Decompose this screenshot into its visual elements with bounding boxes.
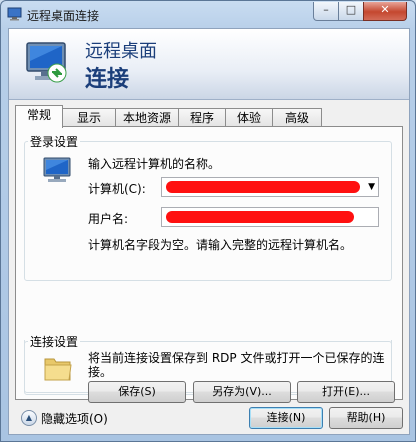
minimize-button[interactable]: – [313, 2, 339, 21]
connection-description-line1: 将当前连接设置保存到 RDP 文件或打开一个已保存的连 [88, 351, 385, 365]
redacted-computer-name [166, 181, 360, 193]
computer-name-note: 计算机名字段为空。请输入完整的远程计算机名。 [88, 238, 353, 252]
tab-advanced[interactable]: 高级 [272, 108, 322, 127]
hide-options-label[interactable]: 隐藏选项(O) [41, 410, 108, 427]
redacted-username [166, 211, 354, 223]
remote-desktop-logo-icon [26, 42, 67, 83]
tab-programs[interactable]: 程序 [178, 108, 226, 127]
close-button[interactable]: ✕ [363, 2, 407, 21]
login-settings-legend: 登录设置 [28, 133, 81, 150]
connection-description-line2: 接。 [88, 365, 113, 379]
client-area: 远程桌面 连接 常规 显示 本地资源 程序 体验 高级 登录设置 输入远程计算机… [8, 28, 410, 435]
computer-combobox[interactable]: ▼ [161, 177, 379, 197]
general-tab-panel: 登录设置 输入远程计算机的名称。 计算机(C): ▼ 用户名: 计算机名字段为空… [15, 126, 403, 403]
open-button[interactable]: 打开(E)... [297, 381, 395, 403]
tab-display[interactable]: 显示 [62, 108, 116, 127]
folder-icon [44, 358, 72, 381]
connect-button[interactable]: 连接(N) [249, 407, 323, 429]
banner: 远程桌面 连接 [9, 29, 409, 100]
computer-label: 计算机(C): [88, 182, 146, 196]
tab-local-resources[interactable]: 本地资源 [115, 108, 179, 127]
chevron-up-icon[interactable]: ▲ [21, 410, 37, 426]
login-instruction: 输入远程计算机的名称。 [88, 157, 221, 171]
username-field[interactable] [161, 207, 379, 227]
connection-settings-legend: 连接设置 [28, 333, 81, 350]
save-button[interactable]: 保存(S) [88, 381, 186, 403]
banner-title-line1: 远程桌面 [85, 41, 157, 62]
dropdown-arrow-icon[interactable]: ▼ [368, 182, 375, 192]
banner-title-line2: 连接 [85, 67, 130, 92]
title-bar[interactable]: 远程桌面连接 – □ ✕ [1, 1, 415, 29]
window-title: 远程桌面连接 [27, 9, 100, 23]
tab-strip: 常规 显示 本地资源 程序 体验 高级 [15, 105, 403, 128]
maximize-button[interactable]: □ [338, 2, 364, 21]
rdp-window: 远程桌面连接 – □ ✕ 远程桌面 连接 常规 显示 本地资源 程序 体验 高级 [0, 0, 416, 442]
help-button[interactable]: 帮助(H) [329, 407, 403, 429]
tab-general[interactable]: 常规 [15, 105, 63, 128]
remote-desktop-icon [7, 7, 22, 21]
tab-experience[interactable]: 体验 [225, 108, 273, 127]
username-label: 用户名: [88, 212, 129, 226]
save-as-button[interactable]: 另存为(V)... [193, 381, 291, 403]
computer-icon [43, 157, 71, 182]
